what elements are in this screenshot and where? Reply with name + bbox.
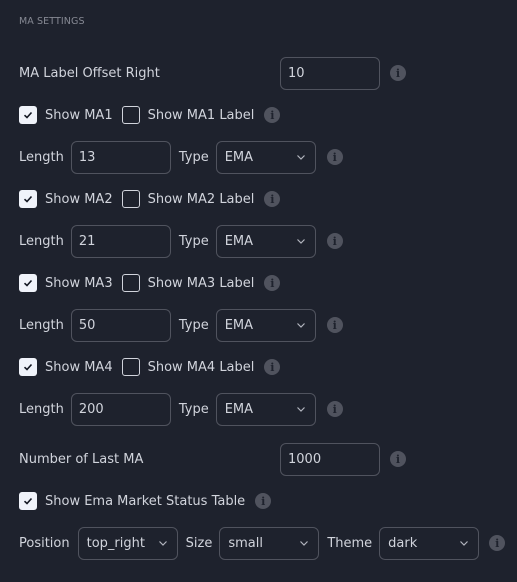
offset-input[interactable]: 10 [280,56,380,90]
ma4-type-label: Type [178,401,209,417]
info-icon[interactable]: i [255,493,272,509]
chevron-down-icon [158,541,167,546]
show-ma3-label-checkbox[interactable] [121,274,140,292]
show-ma2-label: Show MA2 [45,191,113,207]
info-icon[interactable]: i [264,191,281,207]
show-ma2-label-label: Show MA2 Label [147,191,255,207]
chevron-down-icon [296,239,305,244]
ma1-toggle-row: Show MA1 Show MA1 Label i [19,99,281,131]
check-icon [23,279,33,287]
check-icon [23,195,33,203]
chevron-down-icon [296,323,305,328]
check-icon [23,111,33,119]
size-select[interactable]: small [219,526,320,560]
ma4-type-select[interactable]: EMA [215,392,316,426]
ma4-toggle-row: Show MA4 Show MA4 Label i [19,351,281,383]
ma2-length-label: Length [19,233,64,249]
info-icon[interactable]: i [326,401,343,417]
chevron-down-icon [296,155,305,160]
info-icon[interactable]: i [326,233,343,249]
ma2-type-value: EMA [224,233,254,249]
theme-value: dark [388,535,418,551]
ma3-type-select[interactable]: EMA [215,308,316,342]
show-ma4-label: Show MA4 [45,359,113,375]
ma4-type-value: EMA [224,401,254,417]
ma2-type-label: Type [178,233,209,249]
ma3-length-input[interactable]: 50 [70,308,171,342]
section-title: MA SETTINGS [19,16,85,27]
ma3-type-value: EMA [224,317,254,333]
info-icon[interactable]: i [326,317,343,333]
info-icon[interactable]: i [390,65,406,81]
position-label: Position [19,535,70,551]
ma2-type-select[interactable]: EMA [215,224,316,258]
ma3-params-row: Length 50 Type EMA i [19,308,343,342]
ma2-length-input[interactable]: 21 [70,224,171,258]
ma3-length-label: Length [19,317,64,333]
chevron-down-icon [300,541,309,546]
position-select[interactable]: top_right [77,526,178,560]
ma3-type-label: Type [178,317,209,333]
show-ma4-label-label: Show MA4 Label [147,359,255,375]
show-ma2-checkbox[interactable] [19,190,37,208]
ma1-type-value: EMA [224,149,254,165]
show-ma1-label-label: Show MA1 Label [147,107,255,123]
ma1-length-input[interactable]: 13 [70,140,171,174]
info-icon[interactable]: i [326,149,343,165]
chevron-down-icon [460,541,469,546]
status-table-row: Show Ema Market Status Table i [19,485,272,517]
theme-label: Theme [327,535,373,551]
ma4-length-label: Length [19,401,64,417]
info-icon[interactable]: i [264,107,281,123]
show-ma4-checkbox[interactable] [19,358,37,376]
ma1-type-label: Type [178,149,209,165]
info-icon[interactable]: i [264,275,281,291]
ma1-params-row: Length 13 Type EMA i [19,140,343,174]
ma4-length-input[interactable]: 200 [70,392,171,426]
last-ma-row: Number of Last MA 1000 i [19,442,499,476]
ma2-params-row: Length 21 Type EMA i [19,224,343,258]
info-icon[interactable]: i [264,359,281,375]
last-ma-label: Number of Last MA [19,451,144,467]
check-icon [23,497,33,505]
check-icon [23,363,33,371]
show-ma1-label-checkbox[interactable] [121,106,140,124]
ma2-toggle-row: Show MA2 Show MA2 Label i [19,183,281,215]
size-label: Size [185,535,213,551]
show-ma4-label-checkbox[interactable] [121,358,140,376]
offset-label: MA Label Offset Right [19,65,160,81]
table-options-row: Position top_right Size small Theme dark… [19,526,506,560]
info-icon[interactable]: i [489,535,506,551]
status-table-label: Show Ema Market Status Table [45,493,246,509]
size-value: small [228,535,263,551]
show-ma3-label-label: Show MA3 Label [147,275,255,291]
position-value: top_right [86,535,145,551]
show-ma3-checkbox[interactable] [19,274,37,292]
status-table-checkbox[interactable] [19,492,37,510]
ma1-length-label: Length [19,149,64,165]
ma3-toggle-row: Show MA3 Show MA3 Label i [19,267,281,299]
show-ma1-checkbox[interactable] [19,106,37,124]
offset-row: MA Label Offset Right 10 i [19,56,499,90]
theme-select[interactable]: dark [379,526,480,560]
info-icon[interactable]: i [390,451,406,467]
show-ma1-label: Show MA1 [45,107,113,123]
show-ma2-label-checkbox[interactable] [121,190,140,208]
last-ma-input[interactable]: 1000 [280,442,380,476]
show-ma3-label: Show MA3 [45,275,113,291]
chevron-down-icon [296,407,305,412]
ma4-params-row: Length 200 Type EMA i [19,392,343,426]
ma1-type-select[interactable]: EMA [215,140,316,174]
